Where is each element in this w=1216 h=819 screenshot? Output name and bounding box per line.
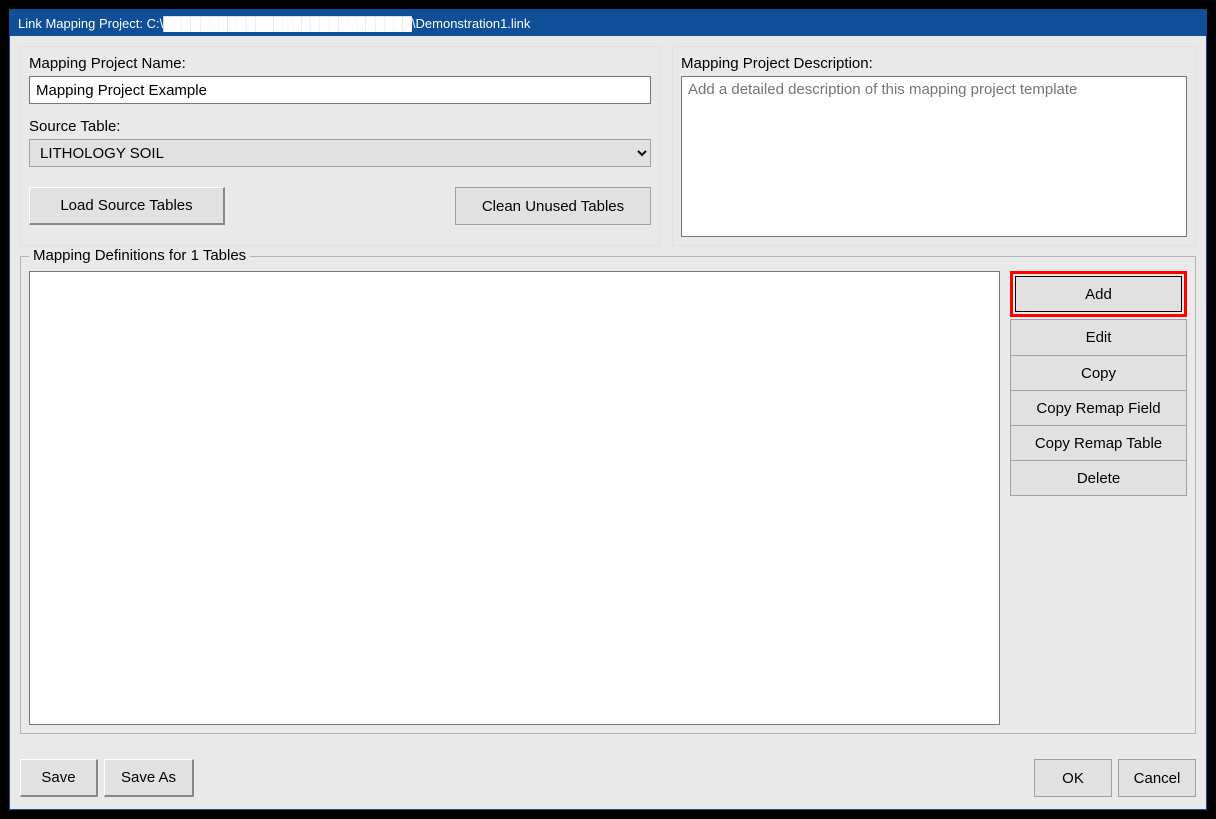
copy-remap-field-button[interactable]: Copy Remap Field [1011,390,1186,425]
project-name-input[interactable] [29,76,651,104]
ok-button[interactable]: OK [1034,759,1112,797]
project-name-panel: Mapping Project Name: Source Table: LITH… [20,46,660,246]
save-button[interactable]: Save [20,759,98,797]
client-area: Mapping Project Name: Source Table: LITH… [10,36,1206,809]
add-button-highlight: Add [1010,271,1187,317]
mapping-definitions-buttons: Add Edit Copy Copy Remap Field Copy Rema… [1010,271,1187,725]
dialog-window: Link Mapping Project: C:\███████████████… [9,9,1207,810]
mapping-definitions-legend: Mapping Definitions for 1 Tables [29,247,250,264]
window-title: Link Mapping Project: C:\███████████████… [18,16,530,31]
copy-remap-table-button[interactable]: Copy Remap Table [1011,425,1186,460]
load-source-tables-button[interactable]: Load Source Tables [29,187,225,225]
cancel-button[interactable]: Cancel [1118,759,1196,797]
top-panels: Mapping Project Name: Source Table: LITH… [20,46,1196,246]
project-name-label: Mapping Project Name: [29,55,651,72]
mapping-definitions-list[interactable] [29,271,1000,725]
project-description-panel: Mapping Project Description: [672,46,1196,246]
clean-unused-tables-button[interactable]: Clean Unused Tables [455,187,651,225]
source-table-select[interactable]: LITHOLOGY SOIL [29,139,651,167]
titlebar: Link Mapping Project: C:\███████████████… [10,10,1206,36]
project-description-textarea[interactable] [681,76,1187,237]
project-description-label: Mapping Project Description: [681,55,1187,72]
edit-button[interactable]: Edit [1011,320,1186,355]
add-button[interactable]: Add [1015,276,1182,312]
mapping-definitions-fieldset: Mapping Definitions for 1 Tables Add Edi… [20,256,1196,734]
source-table-label: Source Table: [29,118,651,135]
bottom-bar: Save Save As OK Cancel [20,759,1196,797]
copy-button[interactable]: Copy [1011,355,1186,390]
delete-button[interactable]: Delete [1011,460,1186,495]
save-as-button[interactable]: Save As [104,759,194,797]
